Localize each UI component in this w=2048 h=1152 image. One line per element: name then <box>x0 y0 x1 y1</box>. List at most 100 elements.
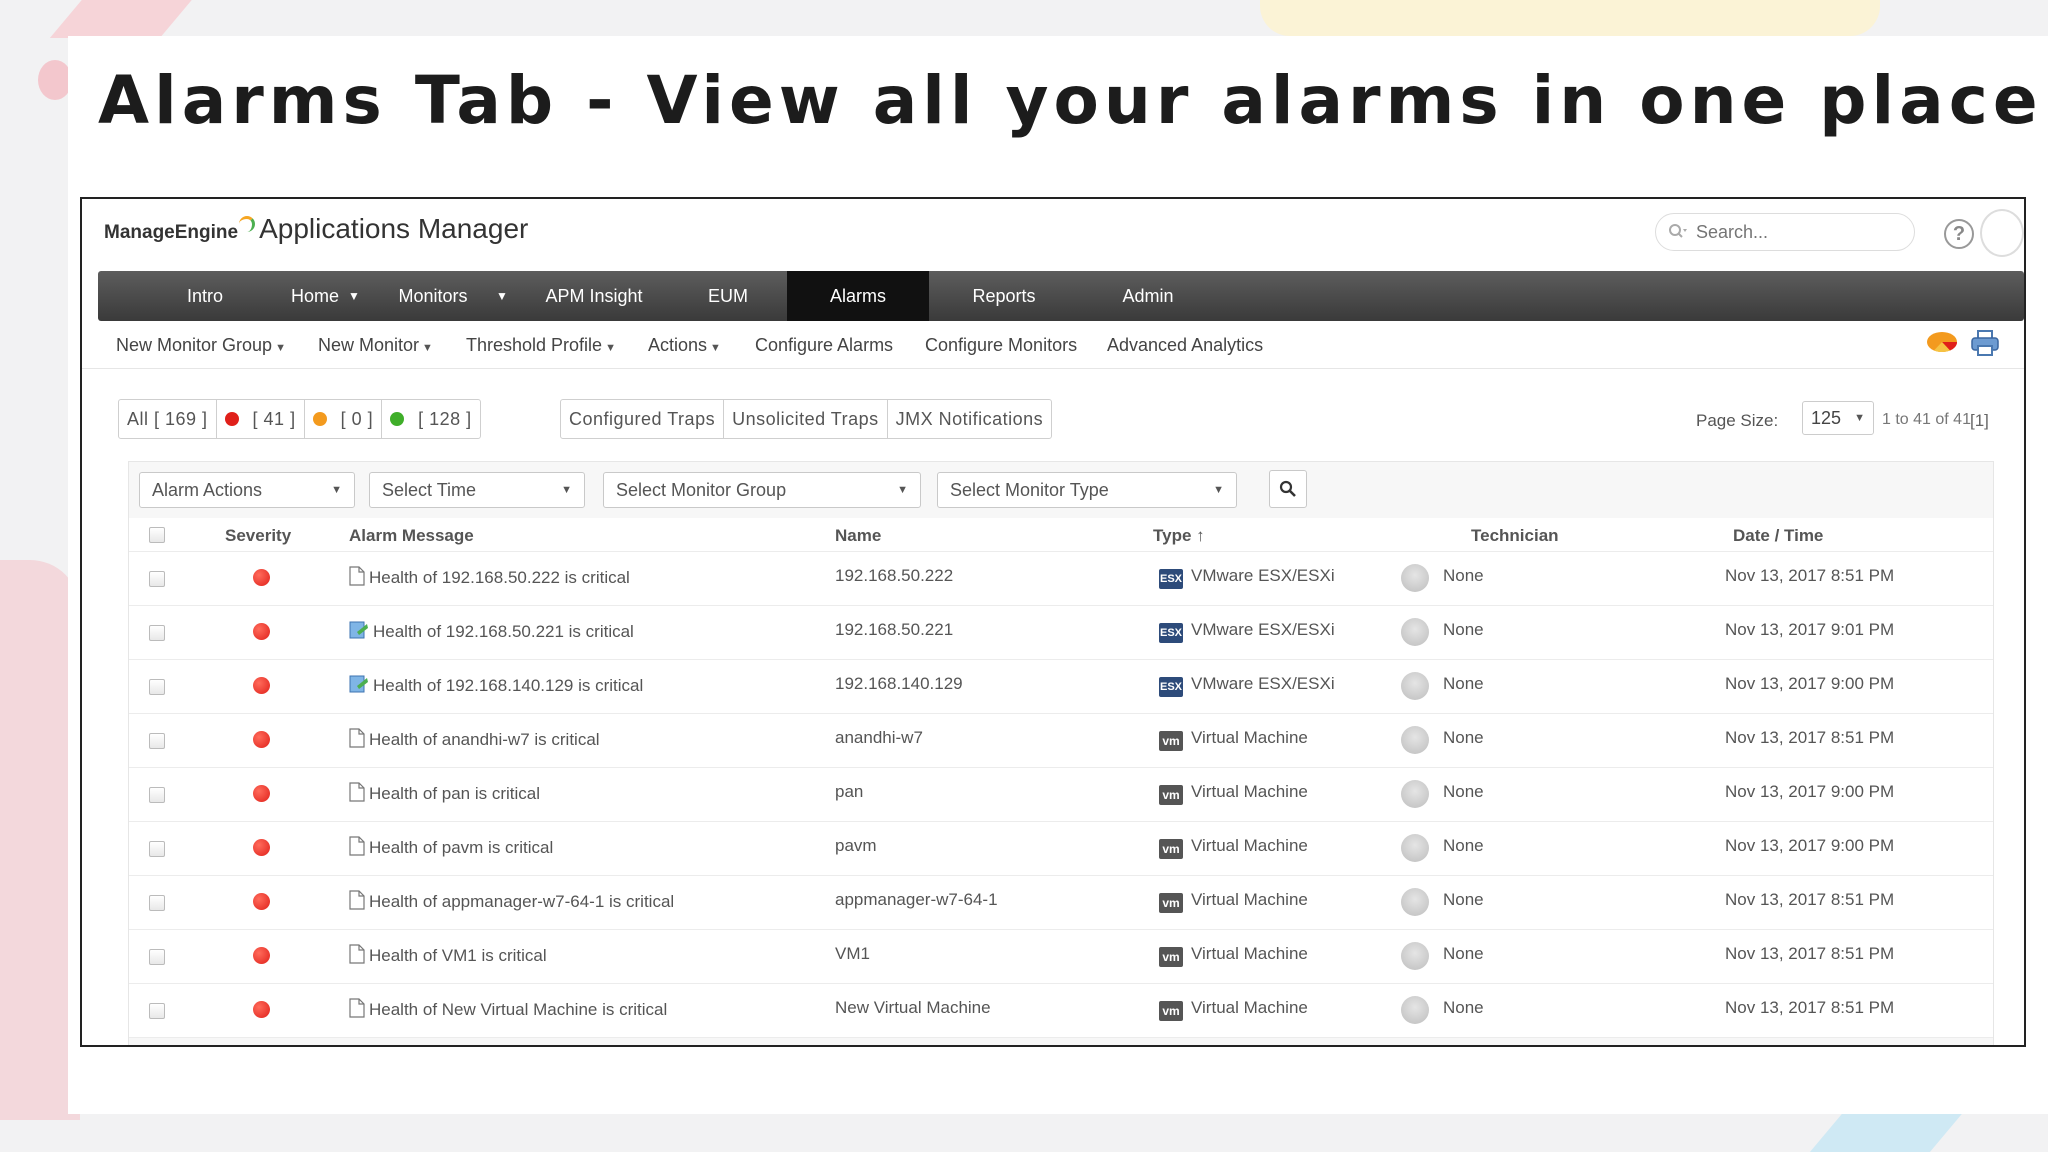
subnav-configure-monitors[interactable]: Configure Monitors <box>925 335 1077 356</box>
subnav-advanced-analytics[interactable]: Advanced Analytics <box>1107 335 1263 356</box>
page-size-label: Page Size: <box>1696 411 1779 430</box>
background-decoration <box>49 0 201 38</box>
column-header-alarm-message[interactable]: Alarm Message <box>349 526 474 546</box>
background-decoration <box>38 60 72 100</box>
alarm-message-link[interactable]: Health of appmanager-w7-64-1 is critical <box>369 892 674 912</box>
global-search[interactable] <box>1655 213 1915 251</box>
app-header: ManageEngine Applications Manager ? <box>82 199 2024 271</box>
table-row[interactable]: Health of pavm is critical pavm vm Virtual … <box>129 822 1993 876</box>
help-icon[interactable]: ? <box>1944 219 1974 249</box>
alarm-message-link[interactable]: Health of 192.168.50.221 is critical <box>373 622 634 642</box>
technician-link[interactable]: None <box>1443 620 1484 640</box>
nav-tab-eum[interactable]: EUM <box>688 271 768 321</box>
filter-configured-traps[interactable]: Configured Traps <box>561 400 725 438</box>
subnav-new-monitor[interactable]: New Monitor ▼ <box>318 335 433 356</box>
table-row[interactable]: Health of 192.168.50.221 is critical 192.… <box>129 606 1993 660</box>
technician-link[interactable]: None <box>1443 998 1484 1018</box>
filter-all[interactable]: All [ 169 ] <box>119 400 217 438</box>
technician-link[interactable]: None <box>1443 836 1484 856</box>
alarm-message-link[interactable]: Health of anandhi-w7 is critical <box>369 730 600 750</box>
technician-link[interactable]: None <box>1443 728 1484 748</box>
alarm-message-link[interactable]: Health of New Virtual Machine is critica… <box>369 1000 667 1020</box>
column-header-severity[interactable]: Severity <box>225 526 291 546</box>
nav-tab-reports[interactable]: Reports <box>954 271 1054 321</box>
monitor-name-link[interactable]: 192.168.50.221 <box>835 620 953 640</box>
pie-chart-icon[interactable] <box>1926 331 1958 353</box>
alarm-message-link[interactable]: Health of pan is critical <box>369 784 540 804</box>
monitor-name-link[interactable]: pan <box>835 782 863 802</box>
row-checkbox[interactable] <box>149 841 165 857</box>
subnav-new-monitor-group[interactable]: New Monitor Group ▼ <box>116 335 286 356</box>
filter-clear[interactable]: [ 128 ] <box>382 400 480 438</box>
alarm-message-link[interactable]: Health of 192.168.140.129 is critical <box>373 676 643 696</box>
chevron-down-icon: ▼ <box>897 484 908 496</box>
nav-tab-intro[interactable]: Intro <box>160 271 250 321</box>
print-icon[interactable] <box>1970 329 2000 357</box>
technician-link[interactable]: None <box>1443 944 1484 964</box>
brand-logo[interactable]: ManageEngine Applications Manager <box>104 213 528 245</box>
table-row[interactable]: Health of 192.168.140.129 is critical 192… <box>129 660 1993 714</box>
column-header-name[interactable]: Name <box>835 526 881 546</box>
table-row[interactable]: Health of New Virtual Machine is critica… <box>129 984 1993 1038</box>
technician-avatar-icon <box>1401 996 1429 1024</box>
technician-link[interactable]: None <box>1443 674 1484 694</box>
select-monitor-type-dropdown[interactable]: Select Monitor Type ▼ <box>937 472 1237 508</box>
subnav-threshold-profile[interactable]: Threshold Profile ▼ <box>466 335 616 356</box>
table-row[interactable]: Health of 192.168.50.222 is critical 192.… <box>129 552 1993 606</box>
select-monitor-group-dropdown[interactable]: Select Monitor Group ▼ <box>603 472 921 508</box>
table-row[interactable]: Health of VM1 is critical VM1 vm Virtual Ma… <box>129 930 1993 984</box>
monitor-name-link[interactable]: 192.168.50.222 <box>835 566 953 586</box>
chevron-down-icon[interactable]: ▼ <box>342 271 366 321</box>
monitor-name-link[interactable]: 192.168.140.129 <box>835 674 963 694</box>
monitor-name-link[interactable]: anandhi-w7 <box>835 728 923 748</box>
dropdown-label: Select Time <box>382 479 477 500</box>
column-header-type[interactable]: Type ↑ <box>1153 526 1205 546</box>
table-row[interactable]: Health of anandhi-w7 is critical anandhi-… <box>129 714 1993 768</box>
monitor-name-link[interactable]: New Virtual Machine <box>835 998 991 1018</box>
technician-link[interactable]: None <box>1443 566 1484 586</box>
subnav-configure-alarms[interactable]: Configure Alarms <box>755 335 893 356</box>
chevron-down-icon[interactable]: ▼ <box>490 271 514 321</box>
technician-link[interactable]: None <box>1443 890 1484 910</box>
row-checkbox[interactable] <box>149 679 165 695</box>
chevron-down-icon: ▼ <box>422 342 433 354</box>
filter-critical[interactable]: [ 41 ] <box>217 400 305 438</box>
column-header-technician[interactable]: Technician <box>1471 526 1559 546</box>
select-all-checkbox[interactable] <box>149 527 165 543</box>
nav-tab-admin[interactable]: Admin <box>1098 271 1198 321</box>
search-input[interactable] <box>1696 221 1886 243</box>
row-checkbox[interactable] <box>149 1003 165 1019</box>
page-size-select[interactable]: 125 ▼ <box>1802 401 1874 435</box>
table-row[interactable]: Health of pan is critical pan vm Virtual Ma… <box>129 768 1993 822</box>
row-checkbox[interactable] <box>149 733 165 749</box>
row-checkbox[interactable] <box>149 625 165 641</box>
filter-jmx-notifications[interactable]: JMX Notifications <box>888 400 1052 438</box>
alarm-message-link[interactable]: Health of pavm is critical <box>369 838 553 858</box>
alarm-message-link[interactable]: Health of VM1 is critical <box>369 946 547 966</box>
row-checkbox[interactable] <box>149 787 165 803</box>
technician-link[interactable]: None <box>1443 782 1484 802</box>
user-avatar-icon[interactable] <box>1980 209 2024 257</box>
monitor-name-link[interactable]: appmanager-w7-64-1 <box>835 890 998 910</box>
monitor-name-link[interactable]: VM1 <box>835 944 870 964</box>
filter-warning[interactable]: [ 0 ] <box>305 400 383 438</box>
row-checkbox[interactable] <box>149 895 165 911</box>
monitor-type: Virtual Machine <box>1191 836 1308 855</box>
document-icon <box>349 944 365 964</box>
filter-search-button[interactable] <box>1269 470 1307 508</box>
row-checkbox[interactable] <box>149 949 165 965</box>
table-row[interactable]: Health of appmanager-w7-64-1 is critical… <box>129 876 1993 930</box>
column-header-date-time[interactable]: Date / Time <box>1733 526 1823 546</box>
filter-unsolicited-traps[interactable]: Unsolicited Traps <box>724 400 888 438</box>
dropdown-label: Select Monitor Type <box>950 479 1109 500</box>
subnav-actions[interactable]: Actions ▼ <box>648 335 721 356</box>
select-time-dropdown[interactable]: Select Time ▼ <box>369 472 585 508</box>
nav-tab-alarms[interactable]: Alarms <box>787 271 929 321</box>
nav-tab-apm-insight[interactable]: APM Insight <box>534 271 654 321</box>
row-checkbox[interactable] <box>149 571 165 587</box>
alarm-actions-dropdown[interactable]: Alarm Actions ▼ <box>139 472 355 508</box>
monitor-name-link[interactable]: pavm <box>835 836 877 856</box>
nav-tab-monitors[interactable]: Monitors <box>388 271 478 321</box>
alarm-message-link[interactable]: Health of 192.168.50.222 is critical <box>369 568 630 588</box>
page-link-current[interactable]: [1] <box>1970 411 1989 431</box>
